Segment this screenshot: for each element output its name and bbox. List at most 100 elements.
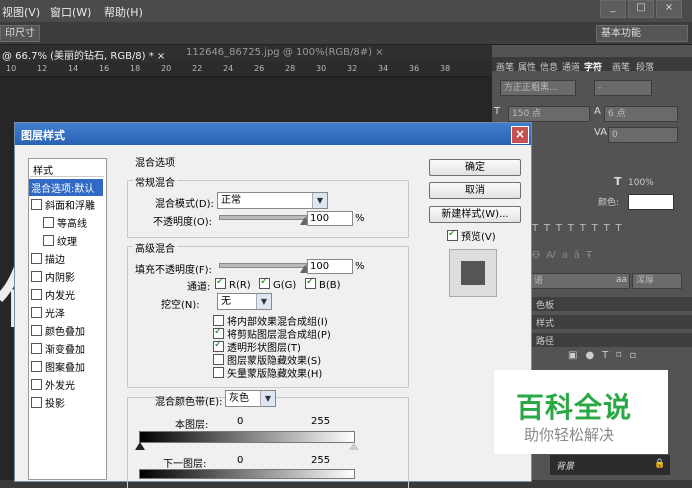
watermark-logo: 百科全说 助你轻松解决	[494, 370, 668, 454]
antialias-select[interactable]: 浑厚	[632, 273, 682, 289]
opacity-slider[interactable]	[219, 215, 307, 220]
font-size-icon: T	[494, 106, 501, 117]
menu-view[interactable]: 视图(V)	[2, 4, 40, 20]
checkbox-icon[interactable]	[31, 379, 42, 390]
ruler-tick-label: 12	[37, 64, 48, 73]
minimize-button[interactable]: _	[600, 0, 626, 18]
color-swatch[interactable]	[628, 194, 674, 210]
checkbox-icon	[213, 367, 224, 378]
style-item[interactable]: 颜色叠加	[31, 323, 85, 338]
blend-mode-label: 混合模式(D):	[155, 199, 214, 210]
style-item[interactable]: 内阴影	[31, 269, 75, 284]
opacity-unit: %	[355, 213, 365, 224]
checkbox-icon[interactable]	[43, 217, 54, 228]
tab-channels[interactable]: 通道	[562, 60, 580, 73]
tab-active-document[interactable]: @ 66.7% (美丽的钻石, RGB/8) * ×	[2, 47, 165, 62]
style-item[interactable]: 混合选项:默认	[29, 179, 103, 196]
channel-g-checkbox[interactable]: G(G)	[259, 276, 296, 291]
style-item[interactable]: 外发光	[31, 377, 75, 392]
leading-field[interactable]: 6 点	[604, 106, 678, 122]
general-blending-title: 常规混合	[133, 174, 177, 189]
ruler-tick-label: 34	[378, 64, 389, 73]
knockout-label: 挖空(N):	[161, 300, 200, 311]
menu-window[interactable]: 窗口(W)	[50, 4, 91, 20]
ruler-tick-label: 36	[409, 64, 420, 73]
chevron-down-icon: ▼	[256, 294, 271, 309]
knockout-select[interactable]: 无 ▼	[217, 293, 272, 310]
style-item[interactable]: 等高线	[43, 215, 87, 230]
checkbox-icon	[215, 276, 226, 289]
blend-mode-select[interactable]: 正常 ▼	[217, 192, 328, 209]
tab-properties[interactable]: 属性	[518, 60, 536, 73]
underlying-min: 0	[237, 455, 244, 466]
menu-help[interactable]: 帮助(H)	[104, 4, 143, 20]
language-select[interactable]: 语	[530, 273, 630, 289]
scale-value[interactable]: 100%	[628, 178, 654, 188]
dialog-titlebar[interactable]: 图层样式 ×	[15, 123, 531, 145]
cancel-button[interactable]: 取消	[429, 182, 521, 199]
style-item[interactable]: 渐变叠加	[31, 341, 85, 356]
font-family-select[interactable]: 方正正粗黑...	[500, 80, 576, 96]
channel-r-checkbox[interactable]: R(R)	[215, 276, 251, 291]
checkbox-icon	[447, 228, 458, 241]
layer-row-background[interactable]: 背景 🔒	[550, 455, 670, 475]
checkbox-icon[interactable]	[31, 289, 42, 300]
blend-option-checkbox[interactable]: 矢量蒙版隐藏效果(H)	[213, 365, 322, 380]
maximize-button[interactable]: □	[628, 0, 654, 18]
style-item[interactable]: 投影	[31, 395, 65, 410]
app-close-button[interactable]: ×	[656, 0, 682, 18]
checkbox-icon[interactable]	[31, 307, 42, 318]
tab-brush-2[interactable]: 画笔	[612, 60, 630, 73]
preview-checkbox[interactable]: 预览(V)	[447, 228, 496, 243]
channel-b-checkbox[interactable]: B(B)	[305, 276, 341, 291]
advanced-blending-title: 高级混合	[133, 240, 177, 255]
new-style-button[interactable]: 新建样式(W)...	[429, 206, 521, 223]
checkbox-icon[interactable]	[31, 343, 42, 354]
style-item[interactable]: 图案叠加	[31, 359, 85, 374]
style-item[interactable]: 纹理	[43, 233, 77, 248]
checkbox-icon	[259, 276, 270, 289]
ruler-tick-label: 30	[316, 64, 327, 73]
this-layer-white-thumb[interactable]	[349, 442, 359, 450]
checkbox-icon[interactable]	[31, 397, 42, 408]
ok-button[interactable]: 确定	[429, 159, 521, 176]
checkbox-icon	[213, 315, 224, 326]
ruler-tick-label: 26	[254, 64, 265, 73]
font-size-field[interactable]: 150 点	[508, 106, 590, 122]
tab-paragraph[interactable]: 段落	[636, 60, 654, 73]
style-item[interactable]: 描边	[31, 251, 65, 266]
ruler-tick-label: 10	[6, 64, 17, 73]
style-item[interactable]: 内发光	[31, 287, 75, 302]
tab-brush[interactable]: 画笔	[496, 60, 514, 73]
print-size-button[interactable]: 印尺寸	[0, 25, 40, 42]
font-style-select[interactable]: -	[594, 80, 652, 96]
tab-info[interactable]: 信息	[540, 60, 558, 73]
opentype-icons[interactable]: ꝊꜸaāŦ	[532, 250, 598, 261]
this-layer-black-thumb[interactable]	[135, 442, 145, 450]
checkbox-icon[interactable]	[31, 361, 42, 372]
fill-opacity-input[interactable]: 100	[307, 259, 353, 274]
styles-header: 样式	[33, 166, 53, 177]
color-label: 颜色:	[598, 198, 620, 208]
checkbox-icon[interactable]	[31, 271, 42, 282]
layer-filter-icons[interactable]: ▣●T⌑▫	[568, 350, 644, 361]
text-style-icons[interactable]: TTTTTTTT	[532, 223, 628, 234]
checkbox-icon[interactable]	[31, 253, 42, 264]
blend-if-select[interactable]: 灰色 ▼	[225, 390, 276, 407]
checkbox-icon[interactable]	[31, 325, 42, 336]
kerning-field[interactable]: 0	[608, 127, 678, 143]
this-layer-gradient	[139, 431, 355, 443]
tab-character[interactable]: 字符	[584, 60, 602, 73]
dialog-close-button[interactable]: ×	[511, 126, 529, 144]
underlying-label: 下一图层:	[163, 459, 207, 470]
checkbox-icon	[213, 326, 224, 339]
fill-opacity-slider[interactable]	[219, 263, 307, 268]
workspace-select[interactable]: 基本功能	[596, 25, 688, 42]
checkbox-icon[interactable]	[31, 199, 42, 210]
style-item[interactable]: 斜面和浮雕	[31, 197, 95, 212]
style-item[interactable]: 光泽	[31, 305, 65, 320]
preview-swatch	[449, 249, 497, 297]
checkbox-icon[interactable]	[43, 235, 54, 246]
opacity-input[interactable]: 100	[307, 211, 353, 226]
tab-second-document[interactable]: 112646_86725.jpg @ 100%(RGB/8#) ×	[186, 47, 384, 58]
